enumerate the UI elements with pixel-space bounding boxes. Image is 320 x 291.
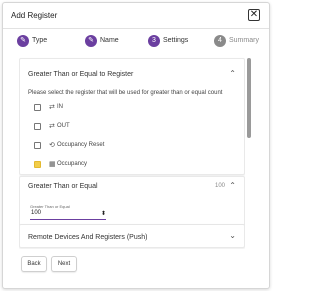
field-label: Greater Than or Equal (30, 204, 70, 209)
dialog-titlebar: Add Register ✕ (3, 3, 269, 29)
input-value: 100 (31, 210, 42, 216)
close-icon: ✕ (249, 9, 259, 20)
greater-than-or-equal-input[interactable]: 100 ⬍ (30, 210, 106, 220)
next-button[interactable]: Next (51, 256, 77, 272)
dialog-title: Add Register (11, 11, 58, 20)
option-label: OUT (57, 123, 70, 129)
panel-title: Remote Devices And Registers (Push) (28, 234, 148, 241)
settings-scroll-area[interactable]: Greater Than or Equal to Register ⌃ Plea… (19, 54, 245, 249)
pencil-icon: ✎ (17, 35, 29, 47)
checkbox[interactable] (34, 123, 41, 130)
pencil-icon: ✎ (85, 35, 97, 47)
panel-title: Greater Than or Equal (28, 183, 98, 190)
step-label: Type (32, 37, 48, 44)
chevron-down-icon[interactable]: ⌄ (229, 231, 236, 240)
option-label: Occupancy Reset (57, 142, 105, 148)
panel-title: Greater Than or Equal to Register (28, 71, 134, 78)
panel-description: Please select the register that will be … (28, 90, 223, 96)
back-button[interactable]: Back (21, 256, 47, 272)
reset-icon: ⟲ (49, 142, 55, 149)
arrows-icon: ⇄ (49, 123, 55, 130)
option-label: Occupancy (57, 161, 88, 167)
summary-value: 100 (214, 183, 225, 189)
step-number-badge: 3 (148, 35, 160, 47)
checkbox[interactable] (34, 142, 41, 149)
checkbox-checked[interactable] (34, 161, 41, 168)
panel-greater-than-or-equal-register: Greater Than or Equal to Register ⌃ Plea… (19, 58, 245, 175)
checkbox[interactable] (34, 104, 41, 111)
chevron-up-icon[interactable]: ⌃ (229, 181, 236, 190)
stepper: ✎ Type ✎ Name 3 Settings 4 Summary (3, 29, 269, 53)
scrollbar-thumb[interactable] (247, 58, 251, 138)
panel-remote-devices[interactable]: Remote Devices And Registers (Push) ⌄ (19, 224, 245, 248)
option-label: IN (57, 104, 63, 110)
spinner-icon[interactable]: ⬍ (101, 210, 106, 217)
step-number-badge: 4 (214, 35, 226, 47)
step-label: Settings (163, 37, 189, 44)
close-button[interactable]: ✕ (248, 9, 260, 21)
step-label: Summary (229, 37, 259, 44)
chevron-up-icon[interactable]: ⌃ (229, 69, 236, 78)
arrows-icon: ⇄ (49, 104, 55, 111)
step-label: Name (100, 37, 119, 44)
add-register-dialog: Add Register ✕ ✎ Type ✎ Name 3 Settings … (2, 2, 270, 289)
grid-icon: ▦ (49, 161, 56, 168)
